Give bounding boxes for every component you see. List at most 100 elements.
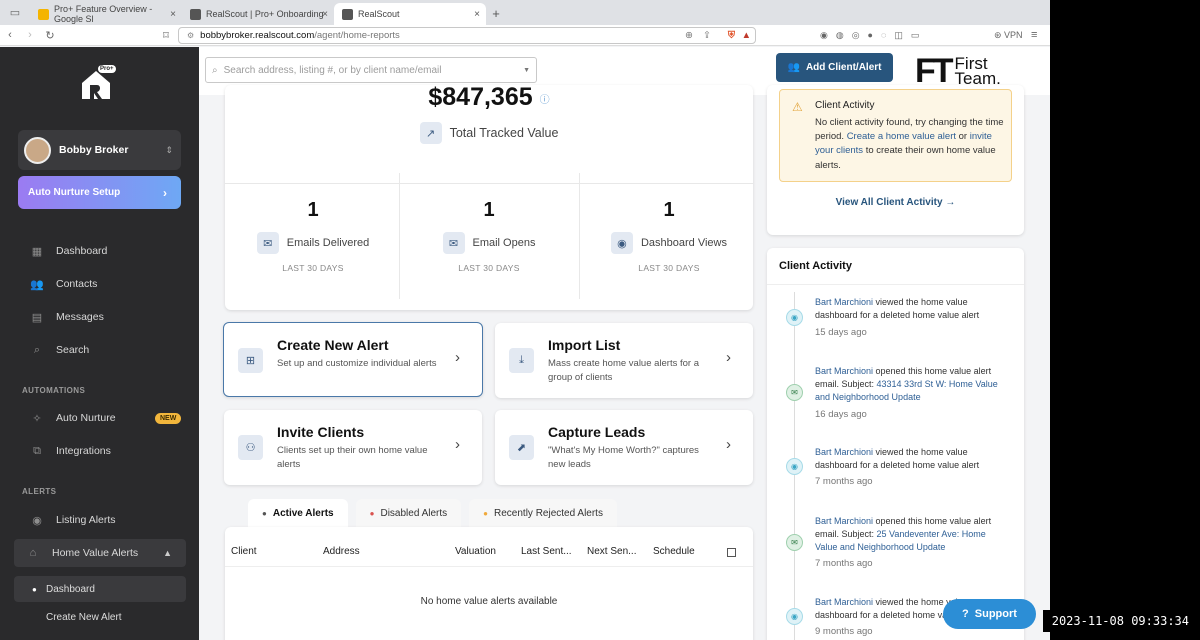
menu-icon[interactable]: ≡ <box>1031 29 1037 41</box>
column-header-client[interactable]: Client <box>231 546 257 557</box>
realscout-logo[interactable]: Pro+ <box>80 65 116 101</box>
extension-icons[interactable]: ◉◍◎●◌◫▭ <box>820 30 927 41</box>
updown-chevron-icon: ⇕ <box>165 144 173 155</box>
divider <box>399 173 400 299</box>
activity-time: 9 months ago <box>815 626 873 637</box>
reload-icon[interactable]: ↻ <box>40 29 60 42</box>
column-header-last-sent[interactable]: Last Sent... <box>521 546 572 557</box>
sidebar-item-label: Dashboard <box>56 245 108 257</box>
action-description: Clients set up their own home value aler… <box>277 445 428 470</box>
activity-time: 16 days ago <box>815 409 867 420</box>
slides-favicon-icon <box>38 8 49 20</box>
sidebar: Pro+ Bobby Broker ⇕ Auto Nurture Setup ›… <box>0 47 199 640</box>
plus-square-icon: ⊞ <box>238 348 263 373</box>
user-menu[interactable]: Bobby Broker ⇕ <box>18 130 181 170</box>
browser-tab-2[interactable]: RealScout | Pro+ Onboarding × <box>182 3 334 25</box>
column-header-schedule[interactable]: Schedule <box>653 546 695 557</box>
column-header-next-sent[interactable]: Next Sen... <box>587 546 636 557</box>
new-tab-button[interactable]: + <box>486 3 506 25</box>
envelope-icon: ✉ <box>256 232 279 254</box>
invite-clients-card[interactable]: ⚇ Invite Clients Clients set up their ow… <box>224 410 482 485</box>
browser-tab-3[interactable]: RealScout × <box>334 3 486 25</box>
forward-icon[interactable]: › <box>20 29 40 41</box>
url-host: bobbybroker.realscout.com <box>200 30 315 41</box>
empty-table-message: No home value alerts available <box>420 596 558 607</box>
close-tab-icon[interactable]: × <box>170 9 176 20</box>
vpn-label: VPN <box>1004 29 1023 40</box>
client-link[interactable]: Bart Marchioni <box>815 447 873 457</box>
column-header-address[interactable]: Address <box>323 546 360 557</box>
tab-disabled-alerts[interactable]: ● Disabled Alerts <box>355 499 462 527</box>
tab-recently-rejected-alerts[interactable]: ● Recently Rejected Alerts <box>469 499 617 527</box>
activity-text: Bart Marchioni viewed the home value das… <box>815 296 1010 322</box>
sidebar-item-messages[interactable]: ▤ Messages <box>18 303 181 331</box>
tab-label: Active Alerts <box>272 507 334 519</box>
close-tab-icon[interactable]: × <box>474 9 480 20</box>
shield-icon[interactable]: ⛨ <box>728 30 735 41</box>
stat-label: Emails Delivered <box>286 237 370 249</box>
url-field[interactable]: ⚙ bobbybroker.realscout.com /agent/home-… <box>178 27 756 44</box>
download-icon: ⤓ <box>509 348 534 373</box>
warning-icon[interactable]: ▲ <box>742 30 751 41</box>
eye-icon: ◉ <box>786 608 803 625</box>
back-icon[interactable]: ‹ <box>0 29 20 41</box>
sidebar-toggle-icon[interactable]: ▭ <box>0 0 30 25</box>
capture-leads-card[interactable]: ⬈ Capture Leads "What's My Home Worth?" … <box>495 410 753 485</box>
open-envelope-icon: ✉ <box>442 232 465 254</box>
search-input[interactable]: ⌕ Search address, listing #, or by clien… <box>205 57 537 83</box>
chevron-up-icon: ▲ <box>163 548 172 558</box>
column-header-valuation[interactable]: Valuation <box>455 546 496 557</box>
client-link[interactable]: Bart Marchioni <box>815 516 873 526</box>
site-info-icon[interactable]: ⚙ <box>187 31 194 40</box>
home-icon: ⌂ <box>29 547 37 559</box>
alert-tabs: ● Active Alerts ● Disabled Alerts ● Rece… <box>248 499 617 527</box>
client-link[interactable]: Bart Marchioni <box>815 597 873 607</box>
view-all-client-activity-link[interactable]: View All Client Activity → <box>767 197 1024 208</box>
support-button[interactable]: ? Support <box>943 599 1036 629</box>
sidebar-item-contacts[interactable]: 👥 Contacts <box>18 270 181 298</box>
auto-nurture-setup-button[interactable]: Auto Nurture Setup › <box>18 176 181 209</box>
action-description: Mass create home value alerts for a grou… <box>548 358 700 383</box>
sidebar-subitem-create-new-alert[interactable]: Create New Alert <box>14 604 186 630</box>
location-pin-icon: ◉ <box>32 514 42 527</box>
new-badge: NEW <box>155 412 182 424</box>
zoom-icon[interactable]: ⊕ <box>685 30 693 41</box>
external-link-icon: ⬈ <box>509 435 534 460</box>
sidebar-item-home-value-alerts[interactable]: ⌂ Home Value Alerts ▲ <box>14 539 186 567</box>
import-list-card[interactable]: ⤓ Import List Mass create home value ale… <box>495 323 753 398</box>
close-tab-icon[interactable]: × <box>322 9 328 20</box>
browser-tab-1[interactable]: Pro+ Feature Overview - Google Sl × <box>30 3 182 25</box>
eye-icon: ◉ <box>786 458 803 475</box>
create-new-alert-card[interactable]: ⊞ Create New Alert Set up and customize … <box>223 322 483 397</box>
sidebar-item-auto-nurture[interactable]: ✧ Auto Nurture NEW <box>18 404 182 432</box>
activity-time: 15 days ago <box>815 327 867 338</box>
add-client-alert-button[interactable]: 👥 Add Client/Alert <box>776 53 893 82</box>
bookmark-icon[interactable]: ⌑ <box>156 29 176 42</box>
sidebar-subitem-label: Create New Alert <box>46 611 122 623</box>
avatar <box>24 136 51 164</box>
client-link[interactable]: Bart Marchioni <box>815 366 873 376</box>
chevron-down-icon[interactable]: ▼ <box>523 67 530 74</box>
sidebar-item-dashboard[interactable]: ▦ Dashboard <box>18 237 181 265</box>
vpn-button[interactable]: ⊛ VPN <box>994 30 1023 41</box>
sidebar-subitem-label: Dashboard <box>46 583 95 595</box>
integrations-icon: ⧉ <box>33 444 41 457</box>
select-all-checkbox[interactable] <box>727 548 736 557</box>
sidebar-item-search[interactable]: ⌕ Search <box>18 336 181 364</box>
tab-label: Pro+ Feature Overview - Google Sl <box>54 4 153 24</box>
sidebar-item-label: Contacts <box>56 278 98 290</box>
sidebar-item-integrations[interactable]: ⧉ Integrations <box>18 437 181 465</box>
sidebar-subitem-dashboard[interactable]: ● Dashboard <box>14 576 186 602</box>
help-icon[interactable]: ⓘ <box>540 95 550 106</box>
browser-tab-bar: ▭ Pro+ Feature Overview - Google Sl × Re… <box>0 0 1050 25</box>
chevron-right-icon: › <box>726 349 731 366</box>
stat-dashboard-views: 1 ◉ Dashboard Views LAST 30 DAYS <box>581 173 757 299</box>
share-icon[interactable]: ⇪ <box>703 30 711 41</box>
summary-card: $847,365 ⓘ ↗ Total Tracked Value 1 ✉ Emai… <box>225 83 753 310</box>
user-name: Bobby Broker <box>59 144 129 156</box>
recording-timestamp: 2023-11-08 09:33:34 <box>1043 610 1193 632</box>
tab-active-alerts[interactable]: ● Active Alerts <box>248 499 348 527</box>
create-alert-link[interactable]: Create a home value alert <box>847 131 956 142</box>
client-link[interactable]: Bart Marchioni <box>815 297 873 307</box>
sidebar-item-listing-alerts[interactable]: ◉ Listing Alerts <box>18 506 181 534</box>
